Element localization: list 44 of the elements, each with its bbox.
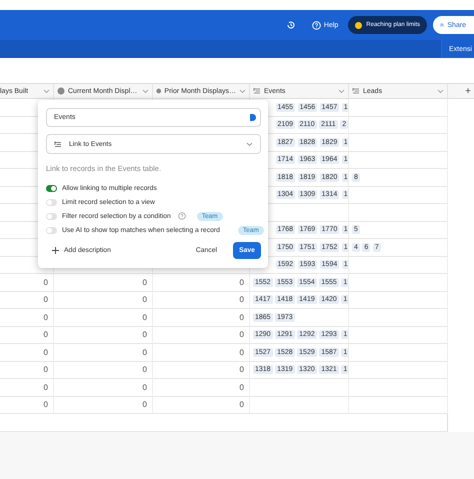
field-type-icon bbox=[57, 87, 65, 95]
table-cell: 0 bbox=[0, 309, 54, 326]
table-cell: 0 bbox=[153, 274, 250, 292]
list-icon bbox=[54, 140, 62, 148]
chevron-down-icon bbox=[239, 88, 246, 94]
info-icon bbox=[178, 212, 186, 220]
list-icon bbox=[253, 87, 261, 95]
table-cell: 0 bbox=[54, 379, 153, 396]
add-column-button[interactable]: + bbox=[465, 86, 471, 96]
toggle-switch[interactable] bbox=[46, 212, 57, 220]
table-cell: 0 bbox=[153, 326, 250, 344]
table-cell: 0 bbox=[153, 292, 250, 309]
table-cell: 0 bbox=[0, 274, 54, 292]
list-icon bbox=[352, 87, 360, 95]
table-cell: 0 bbox=[54, 362, 153, 379]
table-cell: 0 bbox=[153, 309, 250, 326]
table-cell: 0 bbox=[153, 379, 250, 396]
chevron-down-icon bbox=[142, 88, 149, 94]
chevron-down-icon bbox=[246, 142, 253, 146]
toggle-switch[interactable] bbox=[46, 184, 57, 192]
table-cell: 0 bbox=[54, 274, 153, 292]
table-cell: 0 bbox=[0, 362, 54, 379]
table-cell: 0 bbox=[0, 344, 54, 362]
table-cell: 0 bbox=[0, 292, 54, 309]
table-cell: 0 bbox=[0, 326, 54, 344]
chevron-down-icon bbox=[43, 88, 50, 94]
field-type-icon bbox=[156, 87, 162, 95]
chevron-down-icon bbox=[338, 88, 345, 94]
table-cell: 0 bbox=[0, 379, 54, 396]
warning-dot bbox=[355, 22, 362, 28]
toggle-switch[interactable] bbox=[46, 198, 57, 206]
table-cell: 0 bbox=[54, 326, 153, 344]
toggle-switch[interactable] bbox=[46, 226, 57, 234]
chevron-down-icon bbox=[437, 88, 444, 94]
table-cell: 0 bbox=[153, 362, 250, 379]
table-cell: 0 bbox=[54, 309, 153, 326]
plus-icon bbox=[52, 247, 59, 254]
people-icon bbox=[440, 21, 444, 29]
table-cell: 0 bbox=[153, 344, 250, 362]
table-cell: 0 bbox=[54, 344, 153, 362]
history-icon[interactable] bbox=[286, 20, 296, 30]
ai-icon bbox=[249, 113, 256, 122]
table-cell: 0 bbox=[54, 292, 153, 309]
help-icon bbox=[312, 20, 321, 30]
